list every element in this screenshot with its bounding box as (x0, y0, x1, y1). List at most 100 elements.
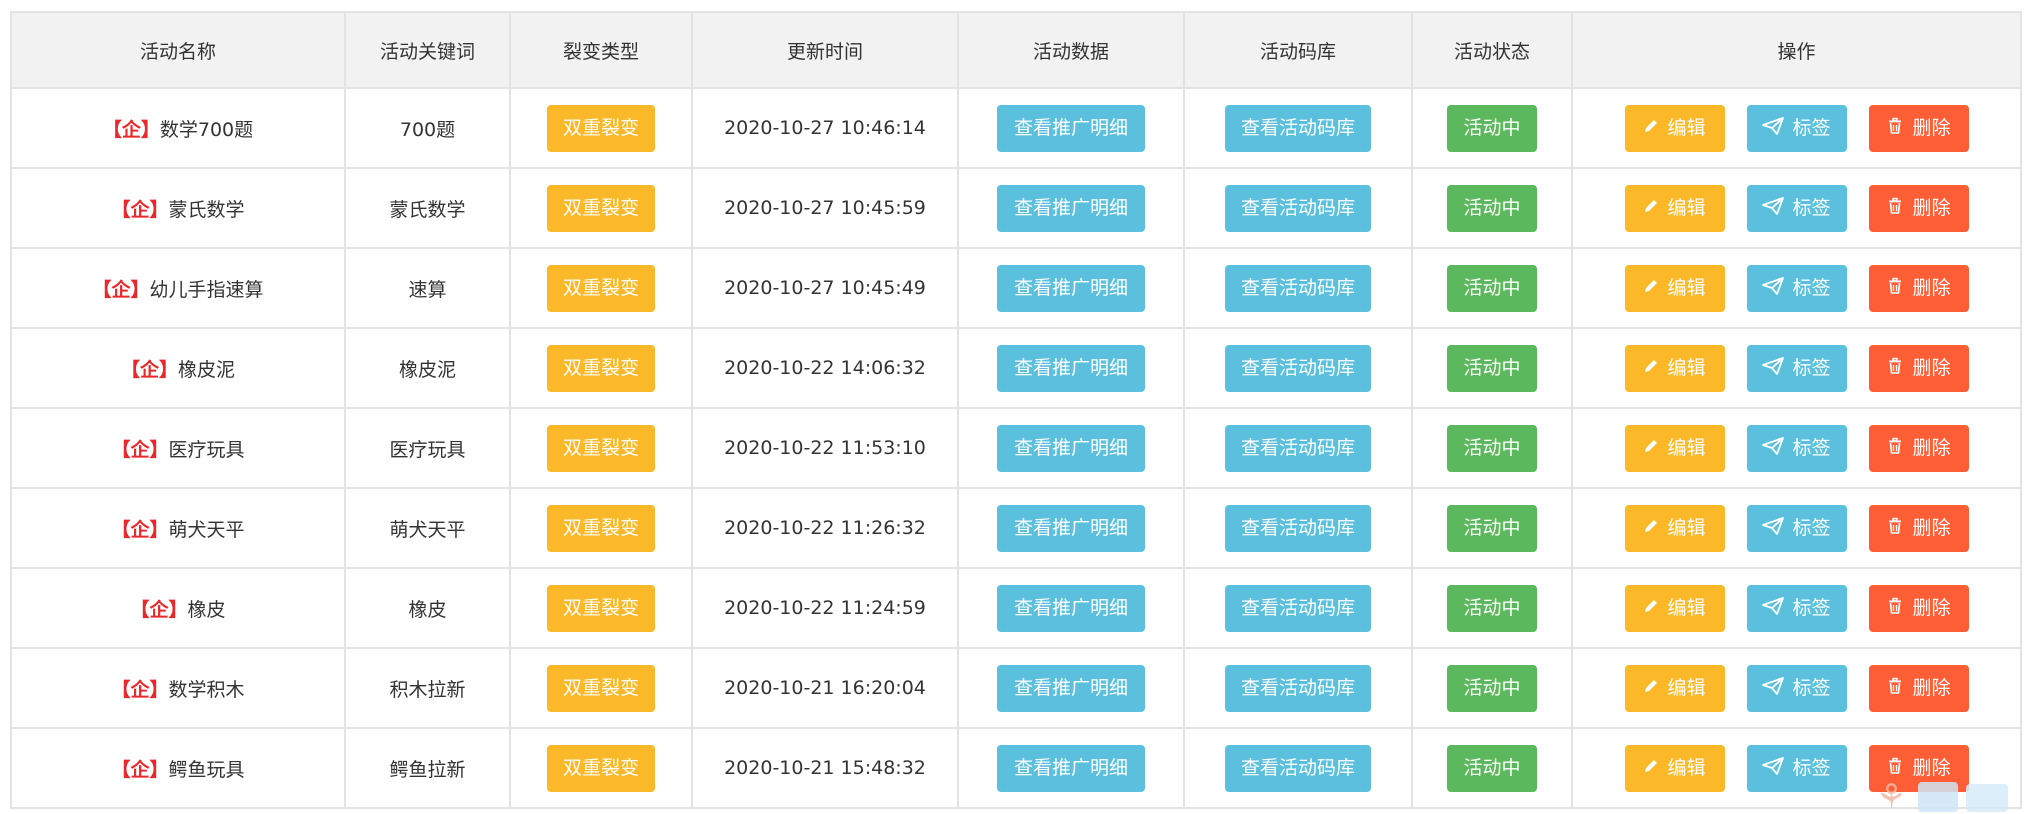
update-time-cell: 2020-10-21 16:20:04 (691, 647, 959, 729)
delete-button[interactable]: 删除 (1868, 184, 1969, 232)
table-row: 【企】医疗玩具 医疗玩具 双重裂变 2020-10-22 11:53:10 查看推广明细… (10, 407, 2022, 489)
edit-button[interactable]: 编辑 (1624, 424, 1725, 472)
svg-text:⚘: ⚘ (1876, 777, 1906, 814)
table-row: 【企】鳄鱼玩具 鳄鱼拉新 双重裂变 2020-10-21 15:48:32 查看推广明细… (10, 727, 2022, 809)
delete-button-label: 删除 (1912, 196, 1951, 219)
update-time-cell: 2020-10-27 10:45:59 (691, 167, 959, 249)
status-badge: 活动中 (1447, 744, 1537, 792)
actions-cell: 编辑 标签 删除 (1571, 567, 2022, 649)
update-time-cell: 2020-10-22 11:24:59 (691, 567, 959, 649)
enterprise-tag: 【企】 (111, 438, 169, 461)
activity-data-cell: 查看推广明细 (957, 487, 1185, 569)
activity-name: 橡皮泥 (178, 358, 236, 381)
tag-button[interactable]: 标签 (1746, 184, 1847, 232)
view-promotion-details-button[interactable]: 查看推广明细 (997, 584, 1145, 632)
activity-name: 萌犬天平 (168, 518, 245, 541)
tag-button-label: 标签 (1792, 276, 1831, 299)
table-row: 【企】蒙氏数学 蒙氏数学 双重裂变 2020-10-27 10:45:59 查看推广明细… (10, 167, 2022, 249)
activity-name: 医疗玩具 (168, 438, 245, 461)
activity-name: 鳄鱼玩具 (168, 758, 245, 781)
delete-button[interactable]: 删除 (1868, 504, 1969, 552)
delete-button[interactable]: 删除 (1868, 664, 1969, 712)
table-body: 【企】数学700题 700题 双重裂变 2020-10-27 10:46:14 查看推广… (10, 87, 2022, 809)
delete-button[interactable]: 删除 (1868, 424, 1969, 472)
table-row: 【企】橡皮 橡皮 双重裂变 2020-10-22 11:24:59 查看推广明细 查看活动… (10, 567, 2022, 649)
edit-button[interactable]: 编辑 (1624, 264, 1725, 312)
trash-icon (1886, 437, 1904, 455)
delete-button-label: 删除 (1912, 116, 1951, 139)
tag-button[interactable]: 标签 (1746, 664, 1847, 712)
edit-button[interactable]: 编辑 (1624, 184, 1725, 232)
activity-name-cell: 【企】幼儿手指速算 (10, 247, 346, 329)
edit-button[interactable]: 编辑 (1624, 504, 1725, 552)
status-cell: 活动中 (1411, 167, 1573, 249)
fission-type-badge: 双重裂变 (547, 424, 655, 472)
code-library-cell: 查看活动码库 (1183, 87, 1413, 169)
pencil-icon (1643, 358, 1659, 374)
activity-name-cell: 【企】数学积木 (10, 647, 346, 729)
view-promotion-details-button[interactable]: 查看推广明细 (997, 264, 1145, 312)
delete-button-label: 删除 (1912, 516, 1951, 539)
activity-name-cell: 【企】医疗玩具 (10, 407, 346, 489)
view-code-library-button[interactable]: 查看活动码库 (1225, 584, 1371, 632)
view-code-library-button[interactable]: 查看活动码库 (1225, 104, 1371, 152)
delete-button[interactable]: 删除 (1868, 584, 1969, 632)
update-time-cell: 2020-10-21 15:48:32 (691, 727, 959, 809)
view-promotion-details-button[interactable]: 查看推广明细 (997, 744, 1145, 792)
view-code-library-button[interactable]: 查看活动码库 (1225, 184, 1371, 232)
edit-button[interactable]: 编辑 (1624, 664, 1725, 712)
view-promotion-details-button[interactable]: 查看推广明细 (997, 424, 1145, 472)
fission-type-cell: 双重裂变 (509, 167, 693, 249)
view-code-library-button[interactable]: 查看活动码库 (1225, 264, 1371, 312)
tag-button[interactable]: 标签 (1746, 104, 1847, 152)
paper-plane-icon (1762, 517, 1785, 535)
activity-name-cell: 【企】萌犬天平 (10, 487, 346, 569)
view-promotion-details-button[interactable]: 查看推广明细 (997, 344, 1145, 392)
activity-name: 数学700题 (159, 118, 254, 141)
fission-type-cell: 双重裂变 (509, 727, 693, 809)
tag-button[interactable]: 标签 (1746, 344, 1847, 392)
status-badge: 活动中 (1447, 584, 1537, 632)
status-badge: 活动中 (1447, 184, 1537, 232)
status-badge: 活动中 (1447, 664, 1537, 712)
code-library-cell: 查看活动码库 (1183, 727, 1413, 809)
delete-button[interactable]: 删除 (1868, 264, 1969, 312)
activity-table: 活动名称 活动关键词 裂变类型 更新时间 活动数据 活动码库 活动状态 操作 【… (10, 11, 2022, 809)
view-code-library-button[interactable]: 查看活动码库 (1225, 664, 1371, 712)
tag-button[interactable]: 标签 (1746, 504, 1847, 552)
edit-button[interactable]: 编辑 (1624, 584, 1725, 632)
keyword-cell: 医疗玩具 (344, 407, 511, 489)
actions-cell: 编辑 标签 删除 (1571, 407, 2022, 489)
edit-button[interactable]: 编辑 (1624, 104, 1725, 152)
trash-icon (1886, 757, 1904, 775)
view-code-library-button[interactable]: 查看活动码库 (1225, 744, 1371, 792)
delete-button[interactable]: 删除 (1868, 104, 1969, 152)
edit-button[interactable]: 编辑 (1624, 344, 1725, 392)
fission-type-cell: 双重裂变 (509, 567, 693, 649)
keyword-cell: 700题 (344, 87, 511, 169)
view-code-library-button[interactable]: 查看活动码库 (1225, 504, 1371, 552)
enterprise-tag: 【企】 (111, 198, 169, 221)
tag-button[interactable]: 标签 (1746, 584, 1847, 632)
view-code-library-button[interactable]: 查看活动码库 (1225, 344, 1371, 392)
tag-button[interactable]: 标签 (1746, 264, 1847, 312)
actions-cell: 编辑 标签 删除 (1571, 247, 2022, 329)
delete-button[interactable]: 删除 (1868, 344, 1969, 392)
tag-button[interactable]: 标签 (1746, 424, 1847, 472)
paper-plane-icon (1762, 757, 1785, 775)
header-keyword: 活动关键词 (344, 11, 511, 89)
keyword-cell: 橡皮泥 (344, 327, 511, 409)
view-promotion-details-button[interactable]: 查看推广明细 (997, 184, 1145, 232)
view-code-library-button[interactable]: 查看活动码库 (1225, 424, 1371, 472)
view-promotion-details-button[interactable]: 查看推广明细 (997, 504, 1145, 552)
view-promotion-details-button[interactable]: 查看推广明细 (997, 104, 1145, 152)
table-row: 【企】数学700题 700题 双重裂变 2020-10-27 10:46:14 查看推广… (10, 87, 2022, 169)
update-time-cell: 2020-10-27 10:45:49 (691, 247, 959, 329)
code-library-cell: 查看活动码库 (1183, 407, 1413, 489)
activity-data-cell: 查看推广明细 (957, 727, 1185, 809)
view-promotion-details-button[interactable]: 查看推广明细 (997, 664, 1145, 712)
keyword-cell: 蒙氏数学 (344, 167, 511, 249)
edit-button-label: 编辑 (1667, 356, 1706, 379)
tag-button[interactable]: 标签 (1746, 744, 1847, 792)
edit-button[interactable]: 编辑 (1624, 744, 1725, 792)
